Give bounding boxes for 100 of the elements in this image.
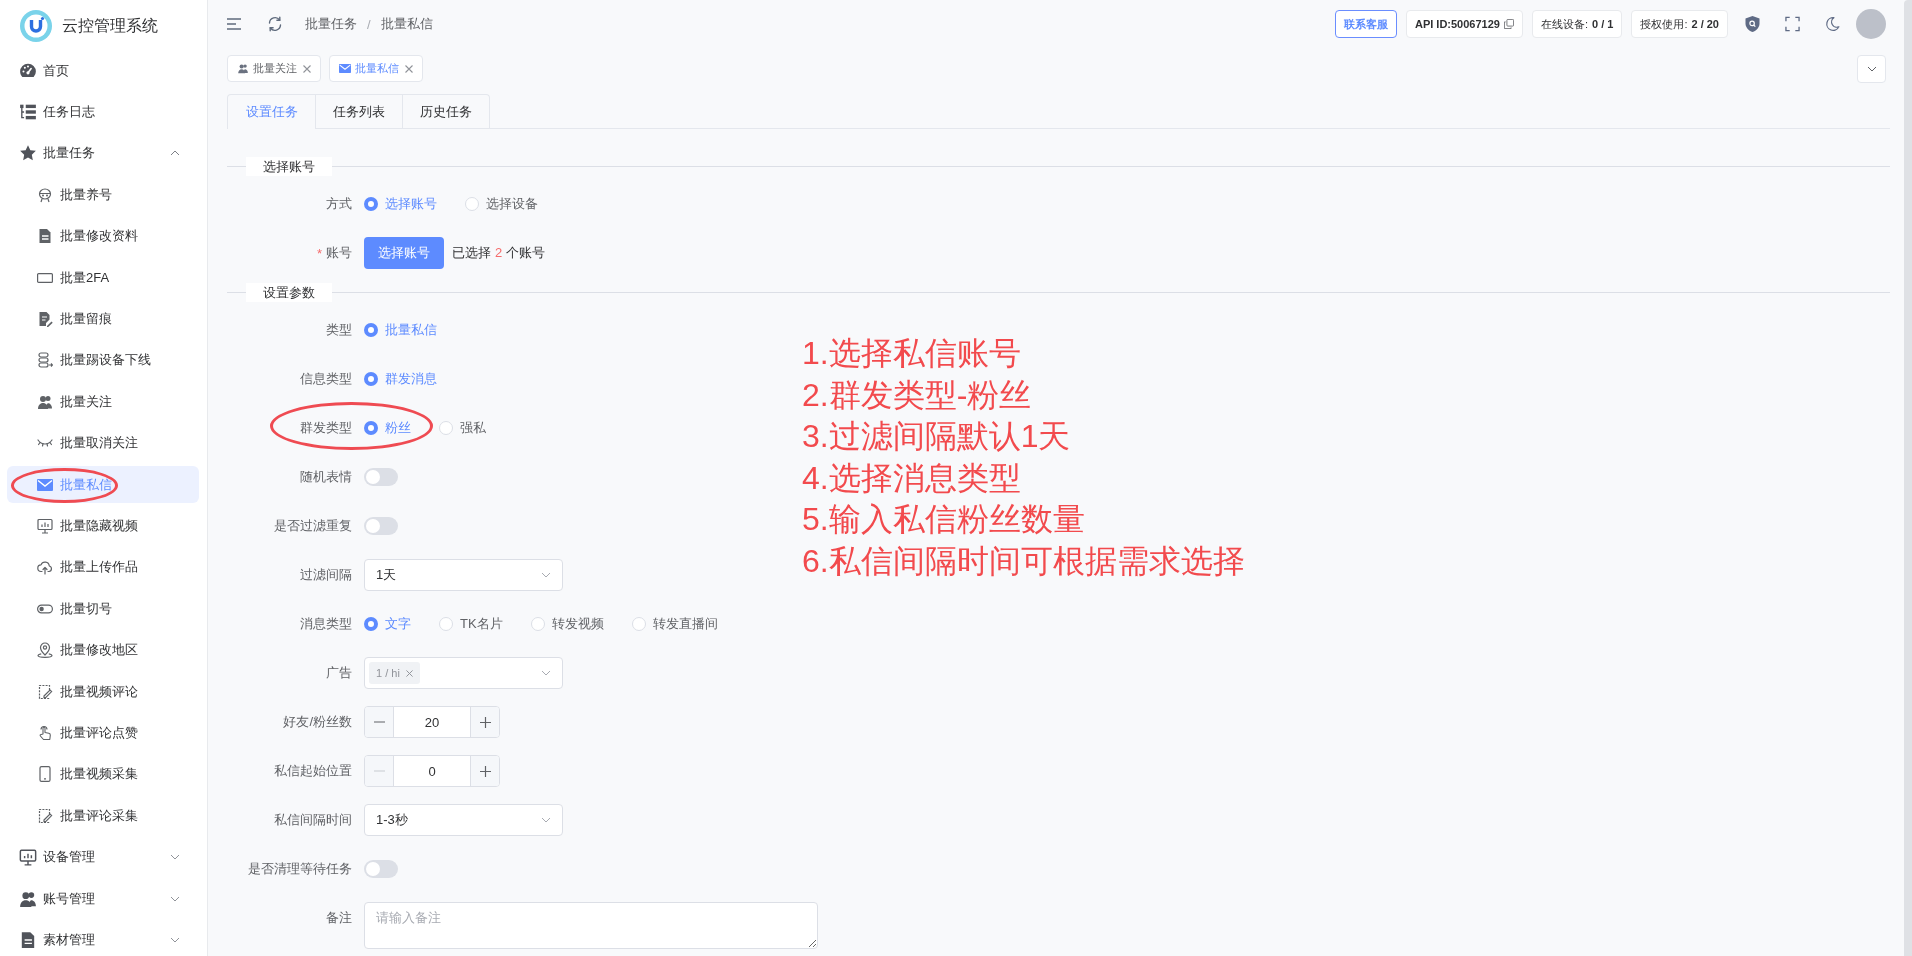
star-icon	[19, 144, 37, 163]
close-icon[interactable]	[303, 64, 311, 73]
envelope-icon	[37, 476, 53, 493]
annotation-note: 1.选择私信账号	[802, 334, 1021, 373]
menu-item[interactable]: 批量评论点赞	[7, 714, 199, 752]
menu-item[interactable]: 首页	[7, 52, 199, 90]
moon-icon[interactable]	[1824, 16, 1840, 32]
section-title: 设置参数	[246, 282, 332, 302]
menu-item[interactable]: 批量评论采集	[7, 797, 199, 835]
copy-icon[interactable]	[1503, 19, 1514, 29]
annotation-note: 5.输入私信粉丝数量	[802, 500, 1085, 539]
server-icon	[37, 352, 53, 369]
menu-item[interactable]: 批量2FA	[7, 258, 199, 297]
menu-item[interactable]: 批量视频采集	[7, 755, 199, 794]
field-label: 是否清理等待任务	[248, 860, 352, 878]
radio-option[interactable]: 选择设备	[465, 195, 538, 213]
api-id-text: API ID:50067129	[1414, 18, 1500, 30]
menu-group[interactable]: 素材管理	[7, 921, 199, 956]
increase-button[interactable]	[470, 756, 499, 786]
close-icon[interactable]	[405, 64, 413, 73]
menu-item[interactable]: 任务日志	[7, 93, 199, 131]
field-label: 账号	[326, 244, 352, 262]
menu-item[interactable]: 批量留痕	[7, 300, 199, 338]
menu-item[interactable]: 批量养号	[7, 176, 199, 214]
status-badge: 在线设备: 0 / 1	[1531, 10, 1623, 38]
users-icon	[37, 393, 53, 410]
number-field[interactable]: 0	[394, 756, 470, 786]
required-mark: *	[316, 245, 322, 261]
select-field[interactable]: 1天	[364, 559, 563, 591]
toggle-switch[interactable]	[364, 517, 398, 535]
gauge-icon	[19, 61, 37, 80]
field-label: 是否过滤重复	[274, 517, 352, 535]
field-label: 群发类型	[300, 419, 352, 437]
chevron-down-icon	[541, 572, 551, 578]
field-label: 消息类型	[300, 615, 352, 633]
breadcrumb-link[interactable]: 批量任务	[305, 15, 357, 33]
logo-icon	[20, 10, 52, 42]
cloud-upload-icon	[37, 559, 53, 576]
chevron-down-icon	[170, 895, 180, 902]
annotation-note: 3.过滤间隔默认1天	[802, 417, 1071, 456]
plus-icon	[479, 716, 491, 728]
list-icon	[19, 103, 37, 122]
document-icon	[19, 930, 37, 949]
remark-field[interactable]: 请输入备注	[364, 902, 818, 949]
menu-group[interactable]: 设备管理	[7, 838, 199, 876]
toggle-switch[interactable]	[364, 468, 398, 486]
field-label: 好友/粉丝数	[283, 713, 352, 731]
menu-item[interactable]: 批量关注	[7, 383, 199, 421]
menu-item[interactable]: 批量修改地区	[7, 631, 199, 669]
breadcrumb-separator: /	[367, 16, 371, 32]
robot-face-icon	[37, 186, 53, 203]
radio-option[interactable]: 强私	[439, 419, 486, 437]
field-label: 广告	[326, 664, 352, 682]
chevron-up-icon	[170, 150, 180, 157]
shield-icon[interactable]	[1744, 16, 1760, 32]
menu-group[interactable]: 批量任务	[7, 134, 199, 173]
radio-option[interactable]: 转发直播间	[631, 615, 718, 633]
menu-item[interactable]: 批量踢设备下线	[7, 341, 199, 380]
menu-item[interactable]: 批量取消关注	[7, 424, 199, 462]
radio-option[interactable]: 转发视频	[530, 615, 604, 633]
field-label: 备注	[326, 909, 352, 927]
menu-item[interactable]: 批量视频评论	[7, 672, 199, 711]
toggle-switch[interactable]	[364, 860, 398, 878]
chevron-down-icon	[1866, 66, 1877, 72]
annotation-note: 6.私信间隔时间可根据需求选择	[802, 541, 1245, 581]
scrollbar-thumb[interactable]	[1904, 0, 1912, 956]
radio-option[interactable]: TK名片	[439, 615, 503, 633]
number-field[interactable]: 20	[394, 707, 470, 737]
chevron-down-icon	[541, 817, 551, 823]
menu-item[interactable]: 批量隐藏视频	[7, 507, 199, 545]
status-badge: 授权使用: 2 / 20	[1631, 10, 1728, 38]
location-pin-icon	[37, 642, 53, 659]
users-icon	[237, 63, 249, 74]
refresh-icon[interactable]	[267, 16, 283, 32]
page-tag[interactable]: 批量关注	[227, 55, 321, 82]
increase-button[interactable]	[470, 707, 499, 737]
field-label: 信息类型	[300, 370, 352, 388]
field-label: 方式	[326, 195, 352, 213]
app-title: 云控管理系统	[62, 15, 158, 36]
tab[interactable]: 历史任务	[402, 95, 489, 129]
menu-item[interactable]: 批量上传作品	[7, 548, 199, 587]
tab[interactable]: 任务列表	[315, 95, 402, 129]
field-label: 私信起始位置	[274, 762, 352, 780]
close-icon[interactable]	[405, 669, 413, 677]
hand-pointer-icon	[37, 724, 53, 741]
menu-group[interactable]: 账号管理	[7, 879, 199, 918]
section-title: 选择账号	[246, 156, 332, 176]
decrease-button[interactable]	[365, 707, 394, 737]
selection-summary: 已选择 2 个账号	[452, 244, 546, 262]
note-edit-icon	[37, 807, 53, 824]
envelope-icon	[339, 63, 351, 74]
menu-item[interactable]: 批量修改资料	[7, 217, 199, 255]
field-label: 私信间隔时间	[274, 811, 352, 829]
menu-item[interactable]: 批量切号	[7, 590, 199, 628]
avatar[interactable]	[1856, 9, 1886, 39]
plus-icon	[479, 765, 491, 777]
fullscreen-icon[interactable]	[1784, 16, 1800, 32]
menu-icon[interactable]	[227, 18, 241, 30]
select-field[interactable]: 1-3秒	[364, 804, 563, 836]
note-edit-icon	[37, 683, 53, 700]
